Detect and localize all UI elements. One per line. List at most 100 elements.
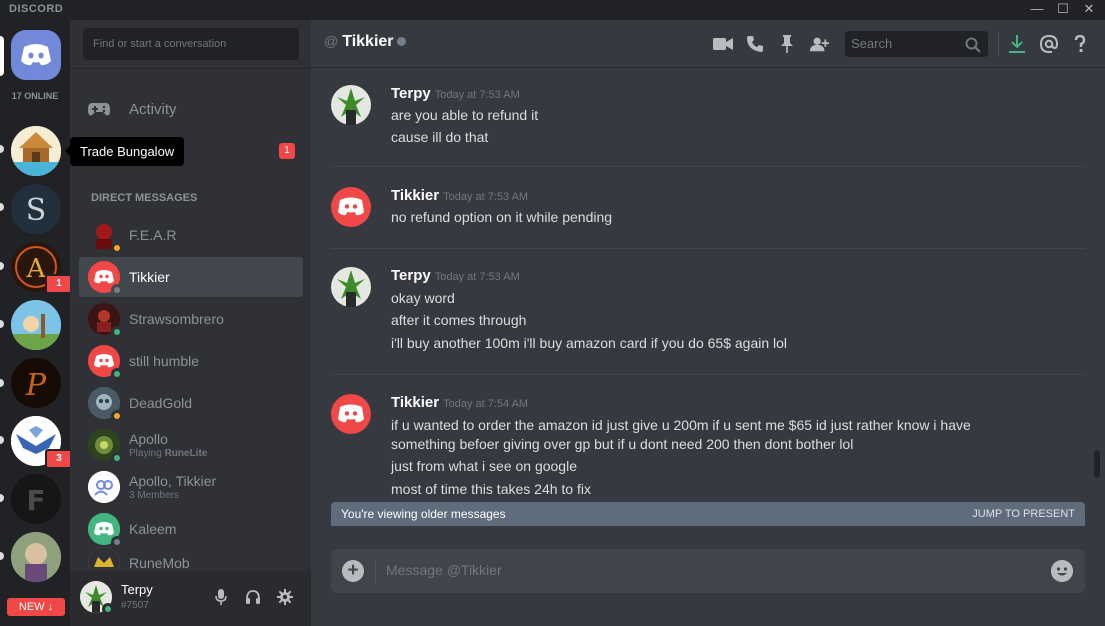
avatar bbox=[88, 513, 123, 548]
message-text: are you able to refund it bbox=[391, 107, 539, 123]
server-unread-dot bbox=[0, 145, 4, 153]
cartoon-server-icon bbox=[11, 300, 61, 350]
message-text: okay word bbox=[391, 290, 455, 306]
help-icon[interactable] bbox=[1070, 34, 1090, 54]
dm-name: RuneMob bbox=[129, 555, 190, 571]
dm-name: Apollo, Tikkier bbox=[129, 473, 217, 489]
user-avatar[interactable] bbox=[80, 581, 114, 615]
server-character[interactable] bbox=[11, 532, 61, 582]
activity-label: Activity bbox=[129, 100, 177, 118]
status-online-indicator bbox=[111, 368, 123, 380]
message-input[interactable]: Message @Tikkier bbox=[386, 562, 502, 578]
message-text: no refund option on it while pending bbox=[391, 209, 613, 225]
group-dm-icon bbox=[88, 471, 120, 503]
discord-logo-icon bbox=[21, 44, 51, 66]
add-friend-to-dm-icon[interactable] bbox=[809, 34, 829, 54]
dm-item-fear[interactable]: F.E.A.R bbox=[79, 215, 303, 255]
message-divider bbox=[331, 374, 1085, 375]
download-icon[interactable] bbox=[1007, 34, 1027, 54]
server-unread-dot bbox=[0, 203, 4, 211]
maximize-button[interactable]: ☐ bbox=[1050, 0, 1076, 20]
find-conversation-input[interactable]: Find or start a conversation bbox=[83, 28, 299, 60]
emoji-picker-icon[interactable] bbox=[1051, 560, 1073, 582]
dm-item-apollo[interactable]: Apollo Playing RuneLite bbox=[79, 425, 303, 465]
server-unread-dot bbox=[0, 552, 4, 560]
status-idle-indicator bbox=[111, 410, 123, 422]
dm-item-deadgold[interactable]: DeadGold bbox=[79, 383, 303, 423]
dm-name: F.E.A.R bbox=[129, 227, 177, 243]
avatar bbox=[88, 345, 123, 380]
message-list: Terpy Today at 7:53 AM are you able to re… bbox=[311, 69, 1096, 502]
message-text: just from what i see on google bbox=[391, 458, 577, 474]
minimize-button[interactable]: — bbox=[1024, 0, 1050, 20]
author-avatar[interactable] bbox=[331, 394, 371, 434]
message-author[interactable]: Tikkier Today at 7:53 AM bbox=[391, 187, 528, 204]
home-button[interactable] bbox=[11, 30, 61, 80]
svg-text:S: S bbox=[26, 193, 47, 228]
server-s[interactable]: S bbox=[11, 184, 61, 234]
message-scrollbar[interactable] bbox=[1094, 450, 1100, 478]
search-placeholder: Search bbox=[851, 36, 893, 51]
close-window-button[interactable]: ✕ bbox=[1076, 0, 1102, 20]
dragon-s-icon: S bbox=[11, 184, 61, 234]
message-text: most of time this takes 24h to fix bbox=[391, 481, 591, 497]
dm-item-tikkier[interactable]: Tikkier bbox=[79, 257, 303, 297]
dm-item-strawsombrero[interactable]: Strawsombrero bbox=[79, 299, 303, 339]
gear-icon[interactable] bbox=[275, 587, 295, 607]
avatar bbox=[88, 261, 123, 296]
message-timestamp: Today at 7:53 AM bbox=[434, 271, 520, 283]
status-online-indicator bbox=[102, 603, 114, 615]
server-f[interactable]: F bbox=[11, 474, 61, 524]
dm-name: Tikkier bbox=[129, 269, 170, 285]
dm-sidebar: Find or start a conversation Activity 1 … bbox=[70, 20, 311, 626]
server-trade-bungalow[interactable] bbox=[11, 126, 61, 176]
message-timestamp: Today at 7:53 AM bbox=[443, 191, 529, 203]
header-divider bbox=[998, 32, 999, 56]
message-text: cause ill do that bbox=[391, 129, 489, 145]
message-text: something befoer giving over gp but if u… bbox=[391, 436, 854, 452]
message-text: i'll buy another 100m i'll buy amazon ca… bbox=[391, 335, 788, 351]
jump-to-present-button[interactable]: JUMP TO PRESENT bbox=[972, 508, 1075, 520]
message-author[interactable]: Terpy Today at 7:53 AM bbox=[391, 267, 520, 284]
message-composer: + Message @Tikkier bbox=[331, 549, 1085, 593]
svg-text:A: A bbox=[26, 254, 47, 284]
avatar bbox=[88, 429, 123, 464]
message-group: Tikkier Today at 7:53 AM no refund option… bbox=[331, 187, 1085, 237]
new-unreads-button[interactable]: NEW ↓ bbox=[7, 598, 65, 616]
author-avatar[interactable] bbox=[331, 187, 371, 227]
message-author[interactable]: Tikkier Today at 7:54 AM bbox=[391, 394, 528, 411]
mentions-icon[interactable] bbox=[1039, 34, 1059, 54]
author-avatar[interactable] bbox=[331, 85, 371, 125]
server-p[interactable]: P bbox=[11, 358, 61, 408]
dm-item-group-apollo-tikkier[interactable]: Apollo, Tikkier 3 Members bbox=[79, 467, 303, 507]
message-divider bbox=[331, 248, 1085, 249]
dm-item-still-humble[interactable]: still humble bbox=[79, 341, 303, 381]
upload-plus-icon[interactable]: + bbox=[342, 560, 364, 582]
dm-activity-status: Playing RuneLite bbox=[129, 448, 208, 459]
at-icon: @ bbox=[324, 33, 339, 49]
bungalow-icon bbox=[11, 126, 61, 176]
server-unread-dot bbox=[0, 262, 4, 270]
server-unread-dot bbox=[0, 379, 4, 387]
message-text: if u wanted to order the amazon id just … bbox=[391, 417, 971, 433]
avatar bbox=[88, 219, 123, 254]
video-call-icon[interactable] bbox=[713, 34, 733, 54]
message-author[interactable]: Terpy Today at 7:53 AM bbox=[391, 85, 520, 102]
author-avatar[interactable] bbox=[331, 267, 371, 307]
server-unread-dot bbox=[0, 436, 4, 444]
voice-call-icon[interactable] bbox=[745, 34, 765, 54]
discord-default-avatar-icon bbox=[331, 394, 371, 434]
dm-name: DeadGold bbox=[129, 395, 193, 411]
server-cartoon[interactable] bbox=[11, 300, 61, 350]
microphone-icon[interactable] bbox=[211, 587, 231, 607]
search-input[interactable]: Search bbox=[845, 31, 988, 57]
avatar bbox=[88, 471, 120, 503]
activity-nav-item[interactable]: Activity bbox=[79, 90, 303, 128]
channel-title: @ Tikkier bbox=[324, 33, 406, 51]
divider bbox=[70, 68, 311, 69]
status-online-indicator bbox=[111, 452, 123, 464]
username: Terpy bbox=[121, 582, 153, 597]
headphones-icon[interactable] bbox=[243, 587, 263, 607]
avatar bbox=[88, 387, 123, 422]
pin-icon[interactable] bbox=[777, 34, 797, 54]
